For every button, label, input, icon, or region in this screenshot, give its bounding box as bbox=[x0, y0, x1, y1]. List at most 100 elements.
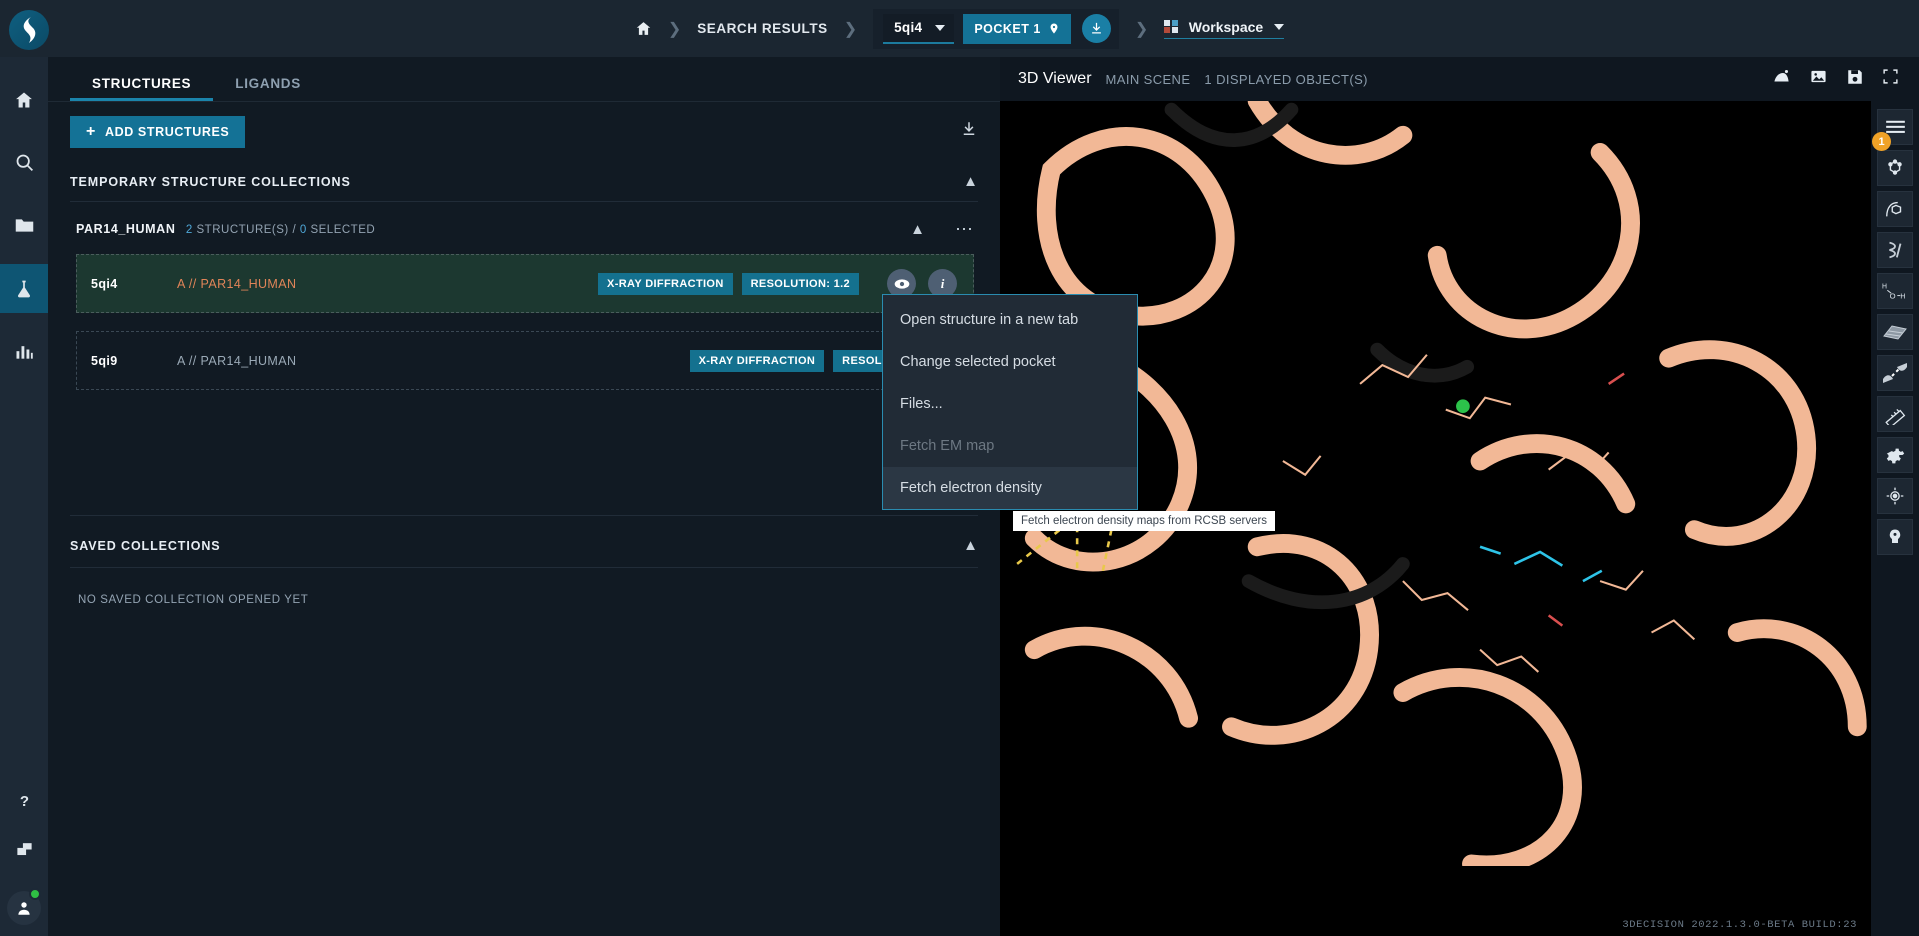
context-menu: Open structure in a new tab Change selec… bbox=[882, 294, 1138, 510]
water-icon: H O H bbox=[1882, 284, 1905, 301]
pocket-icon-button[interactable] bbox=[1877, 519, 1913, 555]
workspace-label: Workspace bbox=[1188, 18, 1264, 35]
menu-icon-button[interactable]: 1 bbox=[1872, 109, 1913, 151]
collection-selected: 0 bbox=[299, 224, 307, 236]
viewer-right-toolbar: 1 H O H bbox=[1871, 101, 1919, 936]
grid-icon bbox=[1164, 19, 1178, 34]
breadcrumb-chevron-3: ❯ bbox=[1134, 20, 1149, 38]
chart-icon bbox=[16, 345, 33, 359]
pdb-select-value: 5qi4 bbox=[894, 20, 923, 35]
gear-icon bbox=[1886, 448, 1905, 464]
target-icon bbox=[1886, 487, 1904, 505]
fullscreen-icon-button[interactable] bbox=[1882, 68, 1899, 90]
resolution-badge: RESOLUTION: 1.2 bbox=[741, 272, 859, 295]
saved-collections-empty-text: NO SAVED COLLECTION OPENED YET bbox=[78, 594, 309, 606]
collection-name: PAR14_HUMAN bbox=[76, 222, 176, 236]
rail-item-projects[interactable] bbox=[0, 201, 48, 250]
structure-chain: A // PAR14_HUMAN bbox=[177, 276, 297, 291]
scene-icon-button[interactable] bbox=[1772, 68, 1791, 90]
collection-meta: 2 STRUCTURE(S) / 0 SELECTED bbox=[186, 224, 375, 236]
context-menu-item-fetch-electron-density[interactable]: Fetch electron density bbox=[883, 467, 1137, 509]
rail-item-search[interactable] bbox=[0, 138, 48, 187]
breadcrumb-home-button[interactable] bbox=[635, 20, 652, 37]
pocket-icon bbox=[1889, 529, 1901, 543]
version-label: 3DECISION 2022.1.3.0-BETA BUILD:23 bbox=[1622, 919, 1857, 931]
panel-download-button[interactable] bbox=[960, 120, 978, 143]
structure-rows: 5qi4 A // PAR14_HUMAN X-RAY DIFFRACTION … bbox=[48, 254, 1000, 408]
user-icon bbox=[18, 902, 30, 915]
structure-pdb-id: 5qi4 bbox=[91, 276, 118, 291]
molecule-icon bbox=[1888, 159, 1902, 175]
table-row[interactable]: 5qi4 A // PAR14_HUMAN X-RAY DIFFRACTION … bbox=[76, 254, 974, 313]
download-icon bbox=[1091, 22, 1101, 34]
structure-chain: A // PAR14_HUMAN bbox=[177, 353, 297, 368]
save-icon bbox=[1848, 69, 1862, 84]
collection-actions: ▲ ⋯ bbox=[910, 220, 974, 238]
structure-pdb-id: 5qi9 bbox=[91, 353, 118, 368]
rail-item-account[interactable] bbox=[0, 880, 48, 936]
image-icon bbox=[1811, 70, 1826, 83]
save-icon-button[interactable] bbox=[1846, 68, 1864, 91]
panel-tabs: STRUCTURES LIGANDS bbox=[48, 57, 1000, 101]
pocket-button-label: POCKET 1 bbox=[974, 21, 1041, 36]
ribbon-molecule-icon-button[interactable] bbox=[1877, 191, 1913, 227]
structure-badges: X-RAY DIFFRACTION RESOLUTION: 1.2 bbox=[598, 272, 859, 295]
distance-icon bbox=[1883, 363, 1907, 383]
water-icon-button[interactable]: H O H bbox=[1877, 273, 1913, 309]
online-status-dot bbox=[29, 888, 41, 900]
molecule-icon-button[interactable] bbox=[1877, 150, 1913, 186]
tab-structures[interactable]: STRUCTURES bbox=[70, 76, 214, 101]
saved-collections-title: SAVED COLLECTIONS bbox=[70, 538, 221, 553]
temporary-collections-header[interactable]: TEMPORARY STRUCTURE COLLECTIONS ▲ bbox=[48, 148, 1000, 201]
left-rail: ? bbox=[0, 57, 48, 936]
menu-icon bbox=[1885, 120, 1905, 133]
helix-icon bbox=[1889, 241, 1902, 259]
viewer-scene-label: MAIN SCENE bbox=[1105, 71, 1191, 87]
helix-icon-button[interactable] bbox=[1877, 232, 1913, 268]
chevron-up-icon[interactable]: ▲ bbox=[963, 538, 978, 553]
folder-icon bbox=[15, 219, 33, 232]
method-badge: X-RAY DIFFRACTION bbox=[689, 349, 825, 372]
surface-icon bbox=[1883, 325, 1907, 340]
structures-panel: STRUCTURES LIGANDS + ADD STRUCTURES TEMP… bbox=[48, 57, 1000, 936]
saved-collections-header[interactable]: SAVED COLLECTIONS ▲ bbox=[48, 516, 1000, 567]
collection-title-group: PAR14_HUMAN 2 STRUCTURE(S) / 0 SELECTED bbox=[76, 220, 375, 238]
temporary-collections-title: TEMPORARY STRUCTURE COLLECTIONS bbox=[70, 174, 351, 189]
rail-item-structures[interactable] bbox=[0, 264, 48, 313]
chevron-down-icon bbox=[1274, 23, 1285, 30]
collection-selected-suffix: SELECTED bbox=[310, 224, 376, 236]
chevron-up-icon[interactable]: ▲ bbox=[910, 222, 925, 237]
rail-item-apps[interactable] bbox=[0, 825, 48, 874]
rail-item-help[interactable]: ? bbox=[0, 776, 48, 825]
collection-header[interactable]: PAR14_HUMAN 2 STRUCTURE(S) / 0 SELECTED … bbox=[48, 202, 1000, 254]
chevron-up-icon[interactable]: ▲ bbox=[963, 174, 978, 189]
collection-count: 2 bbox=[185, 224, 193, 236]
download-structure-button[interactable] bbox=[1081, 14, 1111, 43]
rail-item-home[interactable] bbox=[0, 75, 48, 124]
table-row[interactable]: 5qi9 A // PAR14_HUMAN X-RAY DIFFRACTION … bbox=[76, 331, 974, 390]
target-icon-button[interactable] bbox=[1877, 478, 1913, 514]
surface-icon-button[interactable] bbox=[1877, 314, 1913, 350]
context-menu-item-open-structure[interactable]: Open structure in a new tab bbox=[883, 299, 1137, 341]
map-pin-icon bbox=[1050, 23, 1058, 34]
svg-text:H: H bbox=[1882, 284, 1887, 291]
structure-pocket-group: 5qi4 POCKET 1 bbox=[873, 8, 1119, 49]
chevron-down-icon bbox=[935, 24, 946, 31]
image-icon-button[interactable] bbox=[1809, 68, 1828, 90]
ruler-icon-button[interactable] bbox=[1877, 396, 1913, 432]
context-menu-item-files[interactable]: Files... bbox=[883, 383, 1137, 425]
pocket-button[interactable]: POCKET 1 bbox=[963, 13, 1071, 44]
tab-ligands[interactable]: LIGANDS bbox=[213, 76, 323, 101]
add-structures-button[interactable]: + ADD STRUCTURES bbox=[70, 116, 246, 148]
top-bar: ❯ SEARCH RESULTS ❯ 5qi4 POCKET 1 ❯ Works… bbox=[0, 0, 1919, 57]
workspace-selector[interactable]: Workspace bbox=[1164, 18, 1285, 39]
breadcrumb-search-results[interactable]: SEARCH RESULTS bbox=[697, 21, 827, 36]
pdb-select[interactable]: 5qi4 bbox=[883, 13, 955, 44]
rail-item-analytics[interactable] bbox=[0, 327, 48, 376]
download-icon bbox=[963, 122, 975, 135]
distance-icon-button[interactable] bbox=[1877, 355, 1913, 391]
svg-text:H: H bbox=[1900, 294, 1905, 301]
gear-icon-button[interactable] bbox=[1877, 437, 1913, 473]
collection-more-button[interactable]: ⋯ bbox=[955, 220, 974, 238]
context-menu-item-change-pocket[interactable]: Change selected pocket bbox=[883, 341, 1137, 383]
